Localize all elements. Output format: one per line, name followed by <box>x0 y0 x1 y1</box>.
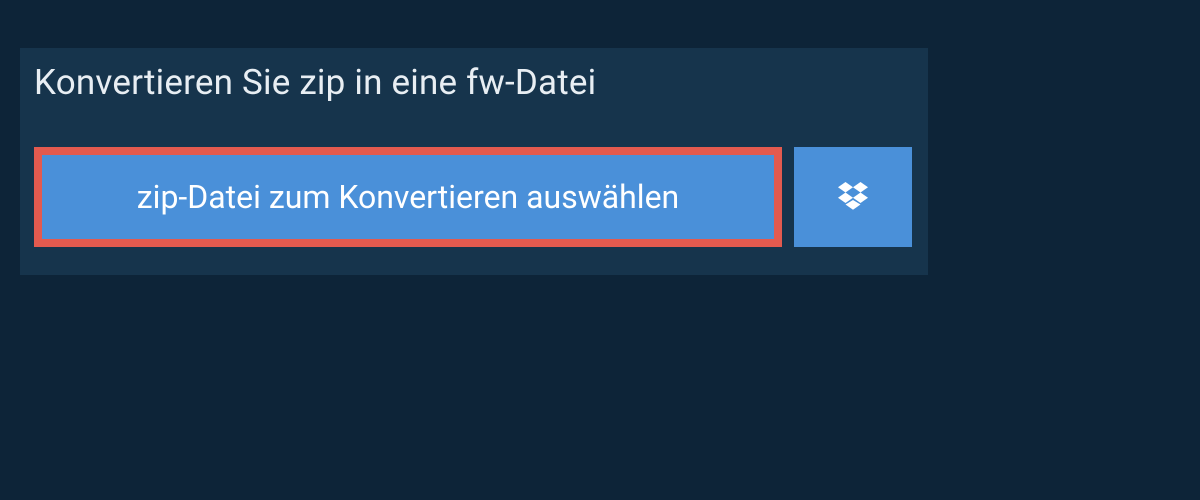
page-title: Konvertieren Sie zip in eine fw-Datei <box>34 62 596 103</box>
select-file-button[interactable]: zip-Datei zum Konvertieren auswählen <box>34 147 782 247</box>
button-row: zip-Datei zum Konvertieren auswählen <box>20 119 928 275</box>
converter-panel: Konvertieren Sie zip in eine fw-Datei zi… <box>20 48 928 275</box>
dropbox-button[interactable] <box>794 147 912 247</box>
heading-container: Konvertieren Sie zip in eine fw-Datei <box>20 48 618 119</box>
select-file-label: zip-Datei zum Konvertieren auswählen <box>137 178 679 216</box>
dropbox-icon <box>835 179 871 215</box>
